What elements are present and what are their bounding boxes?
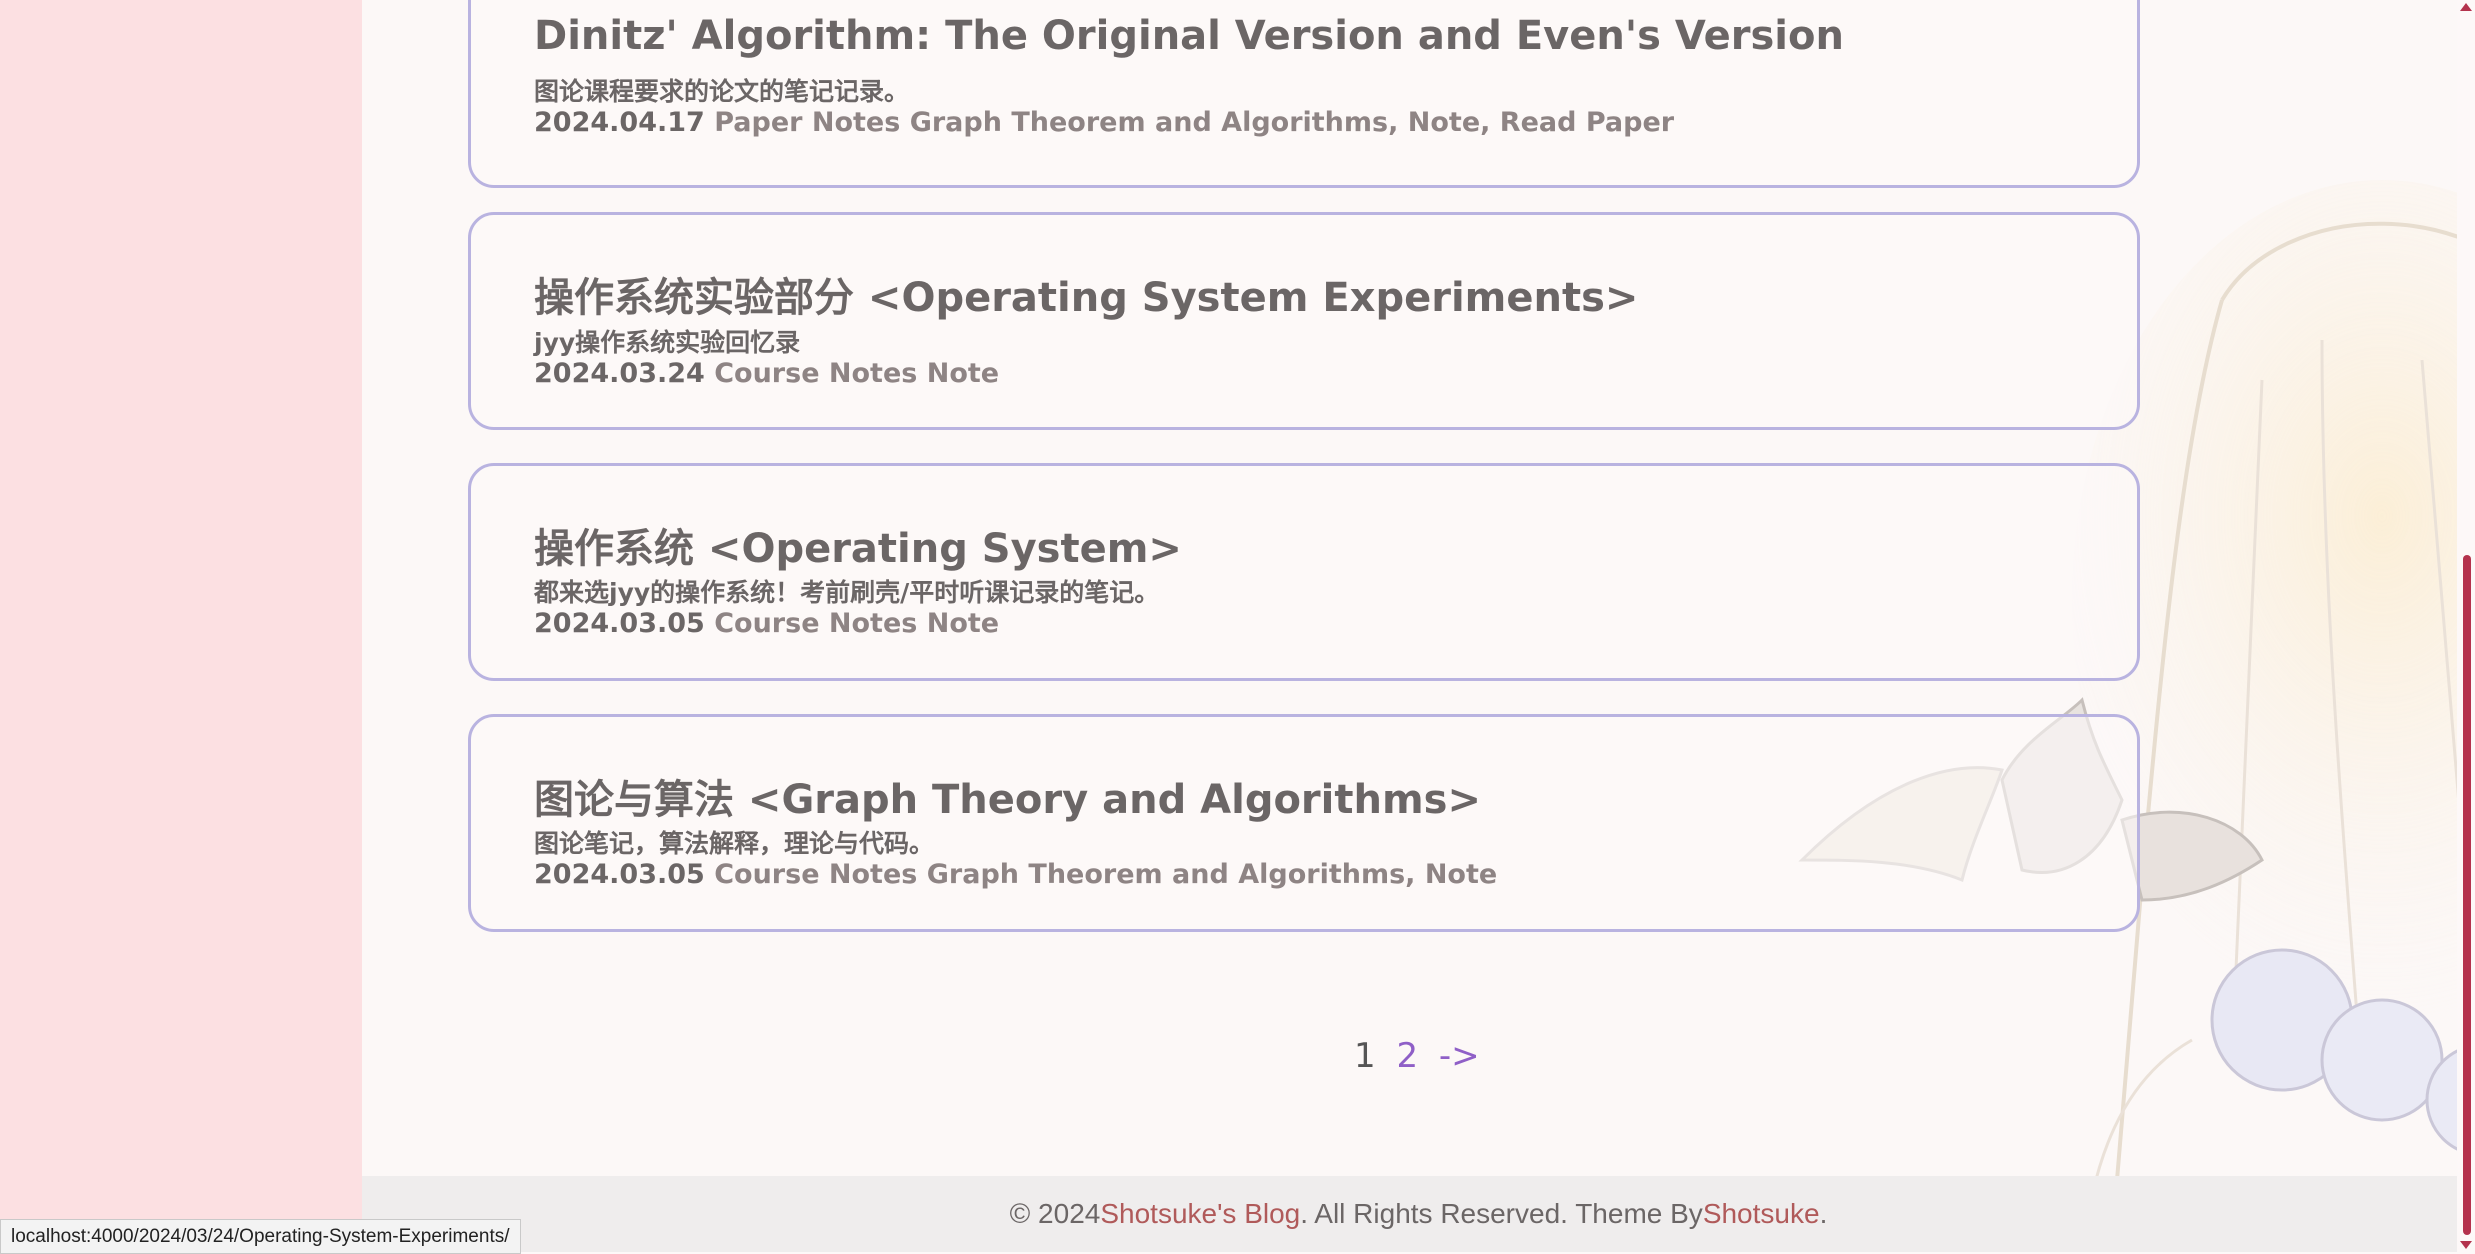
left-sidebar xyxy=(0,0,362,1252)
post-date: 2024.03.24 xyxy=(534,358,705,389)
pagination-page-2-link[interactable]: 2 xyxy=(1396,1036,1418,1076)
post-meta: 2024.03.05 Course Notes Note xyxy=(534,608,999,639)
status-bar-url: localhost:4000/2024/03/24/Operating-Syst… xyxy=(0,1219,521,1254)
post-title[interactable]: 图论与算法 <Graph Theory and Algorithms> xyxy=(534,767,1481,825)
pagination-current-page: 1 xyxy=(1354,1036,1376,1076)
post-category-link[interactable]: Paper Notes xyxy=(714,107,900,138)
post-title[interactable]: 操作系统实验部分 <Operating System Experiments> xyxy=(534,265,1638,323)
post-tags-links[interactable]: Note xyxy=(927,358,999,389)
footer-blog-link[interactable]: Shotsuke's Blog xyxy=(1100,1198,1300,1229)
post-date: 2024.03.05 xyxy=(534,608,705,639)
post-category-link[interactable]: Course Notes xyxy=(714,358,917,389)
post-description: jyy操作系统实验回忆录 xyxy=(534,328,801,357)
footer-theme-author-link[interactable]: Shotsuke xyxy=(1703,1198,1820,1229)
post-category-link[interactable]: Course Notes xyxy=(714,859,917,890)
post-date: 2024.04.17 xyxy=(534,107,705,138)
footer: © 2024Shotsuke's Blog. All Rights Reserv… xyxy=(362,1176,2475,1252)
post-tags-links[interactable]: Note xyxy=(927,608,999,639)
post-description: 图论课程要求的论文的笔记记录。 xyxy=(534,77,910,106)
post-title[interactable]: 操作系统 <Operating System> xyxy=(534,516,1182,574)
post-title[interactable]: Dinitz' Algorithm: The Original Version … xyxy=(534,13,1844,59)
post-card[interactable]: Dinitz' Algorithm: The Original Version … xyxy=(468,0,2140,188)
pagination: 1 2 -> xyxy=(1354,1036,1490,1076)
post-date: 2024.03.05 xyxy=(534,859,705,890)
post-category-link[interactable]: Course Notes xyxy=(714,608,917,639)
post-tags-links[interactable]: Graph Theorem and Algorithms, Note, Read… xyxy=(910,107,1674,138)
post-card[interactable]: 操作系统实验部分 <Operating System Experiments> … xyxy=(468,212,2140,430)
vertical-scrollbar[interactable] xyxy=(2457,0,2475,1252)
scroll-up-arrow-icon[interactable] xyxy=(2460,3,2472,11)
post-card[interactable]: 图论与算法 <Graph Theory and Algorithms> 图论笔记… xyxy=(468,714,2140,932)
post-meta: 2024.04.17 Paper Notes Graph Theorem and… xyxy=(534,107,1674,138)
pagination-next-link[interactable]: -> xyxy=(1439,1036,1480,1076)
footer-copyright: © 2024 xyxy=(1009,1198,1101,1229)
post-tags-links[interactable]: Graph Theorem and Algorithms, Note xyxy=(927,859,1497,890)
post-description: 都来选jyy的操作系统！考前刷壳/平时听课记录的笔记。 xyxy=(534,578,1160,607)
post-meta: 2024.03.05 Course Notes Graph Theorem an… xyxy=(534,859,1497,890)
post-description: 图论笔记，算法解释，理论与代码。 xyxy=(534,829,935,858)
footer-rights-text: . All Rights Reserved. Theme By xyxy=(1300,1198,1703,1229)
post-meta: 2024.03.24 Course Notes Note xyxy=(534,358,999,389)
scroll-down-arrow-icon[interactable] xyxy=(2460,1241,2472,1249)
post-card[interactable]: 操作系统 <Operating System> 都来选jyy的操作系统！考前刷壳… xyxy=(468,463,2140,681)
scrollbar-thumb[interactable] xyxy=(2463,555,2471,1235)
footer-suffix: . xyxy=(1819,1198,1828,1229)
